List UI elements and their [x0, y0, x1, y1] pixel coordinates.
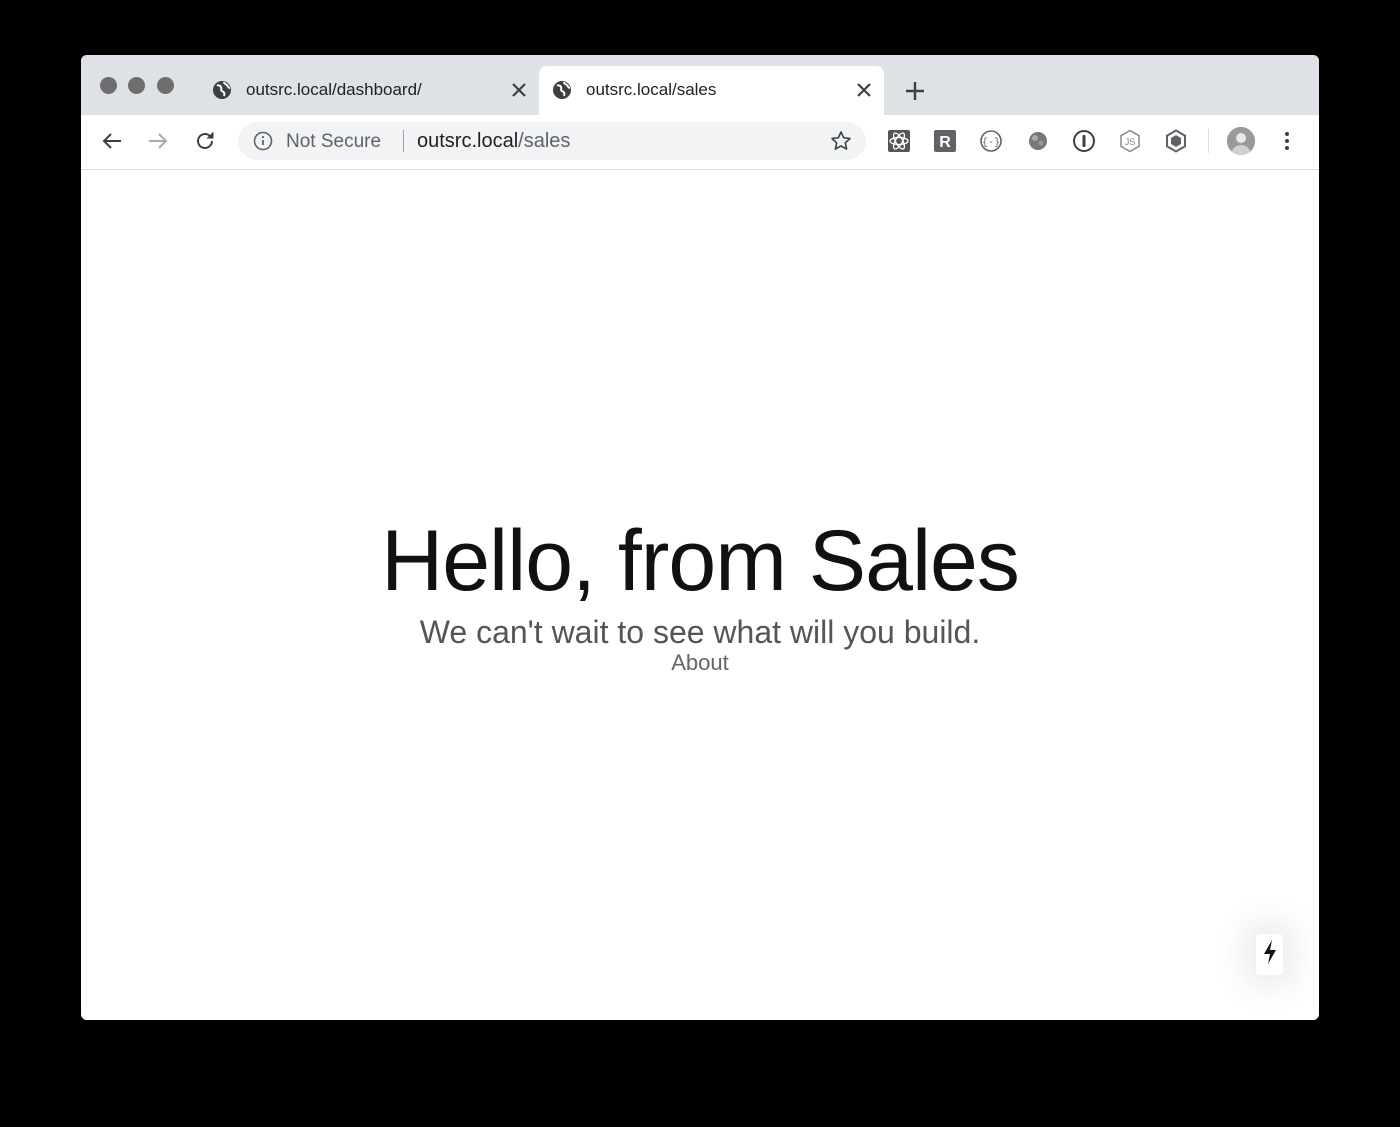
url-host: outsrc.local [417, 130, 519, 152]
about-link[interactable]: About [671, 650, 729, 675]
forward-arrow-icon[interactable] [146, 129, 170, 153]
close-window-button[interactable] [100, 77, 117, 94]
page-subheading: We can't wait to see what will you build… [419, 614, 981, 650]
tab-sales[interactable]: outsrc.local/sales [539, 66, 884, 115]
about-link-wrapper: About [81, 648, 1319, 678]
browser-window: outsrc.local/dashboard/ outsrc.local/sal… [81, 55, 1319, 1020]
json-viewer-icon[interactable]: {-} [979, 129, 1003, 153]
tab-title: outsrc.local/sales [586, 80, 717, 99]
page-content: Hello, from Sales We can't wait to see w… [81, 170, 1319, 1020]
reload-icon[interactable] [193, 129, 217, 153]
ball-extension-icon[interactable] [1026, 129, 1050, 153]
toolbar-divider [1208, 129, 1209, 153]
url-path: /sales [518, 130, 571, 152]
svg-text:JS: JS [1125, 137, 1136, 147]
hexagon-extension-icon[interactable] [1164, 129, 1188, 153]
nextjs-indicator-button[interactable] [1256, 934, 1283, 975]
page-heading: Hello, from Sales [381, 513, 1020, 609]
tab-strip: outsrc.local/dashboard/ outsrc.local/sal… [81, 55, 1319, 115]
globe-icon [212, 80, 232, 100]
more-menu-icon[interactable] [1277, 129, 1297, 153]
close-tab-icon[interactable] [509, 80, 529, 100]
tab-dashboard[interactable]: outsrc.local/dashboard/ [199, 66, 539, 115]
profile-avatar[interactable] [1227, 127, 1255, 155]
close-tab-icon[interactable] [854, 80, 874, 100]
tab-title: outsrc.local/dashboard/ [246, 80, 422, 99]
browser-toolbar: Not Secure outsrc.local/sales R {-} JS [81, 115, 1319, 170]
address-bar[interactable]: Not Secure outsrc.local/sales [238, 122, 866, 160]
react-devtools-icon[interactable] [887, 129, 911, 153]
onepassword-icon[interactable] [1072, 129, 1096, 153]
lightning-bolt-icon [1262, 939, 1278, 970]
r-extension-icon[interactable]: R [933, 129, 957, 153]
url-text[interactable]: outsrc.local/sales [417, 130, 570, 153]
new-tab-icon[interactable] [904, 80, 926, 102]
globe-icon [552, 80, 572, 100]
svg-text:R: R [939, 134, 951, 151]
maximize-window-button[interactable] [157, 77, 174, 94]
security-label: Not Secure [286, 131, 382, 152]
bookmark-star-icon[interactable] [830, 130, 852, 152]
omnibox-divider [403, 130, 404, 152]
svg-text:{-}: {-} [982, 137, 1000, 149]
nodejs-icon[interactable]: JS [1118, 129, 1142, 153]
back-arrow-icon[interactable] [100, 129, 124, 153]
info-icon[interactable] [253, 131, 273, 151]
minimize-window-button[interactable] [128, 77, 145, 94]
